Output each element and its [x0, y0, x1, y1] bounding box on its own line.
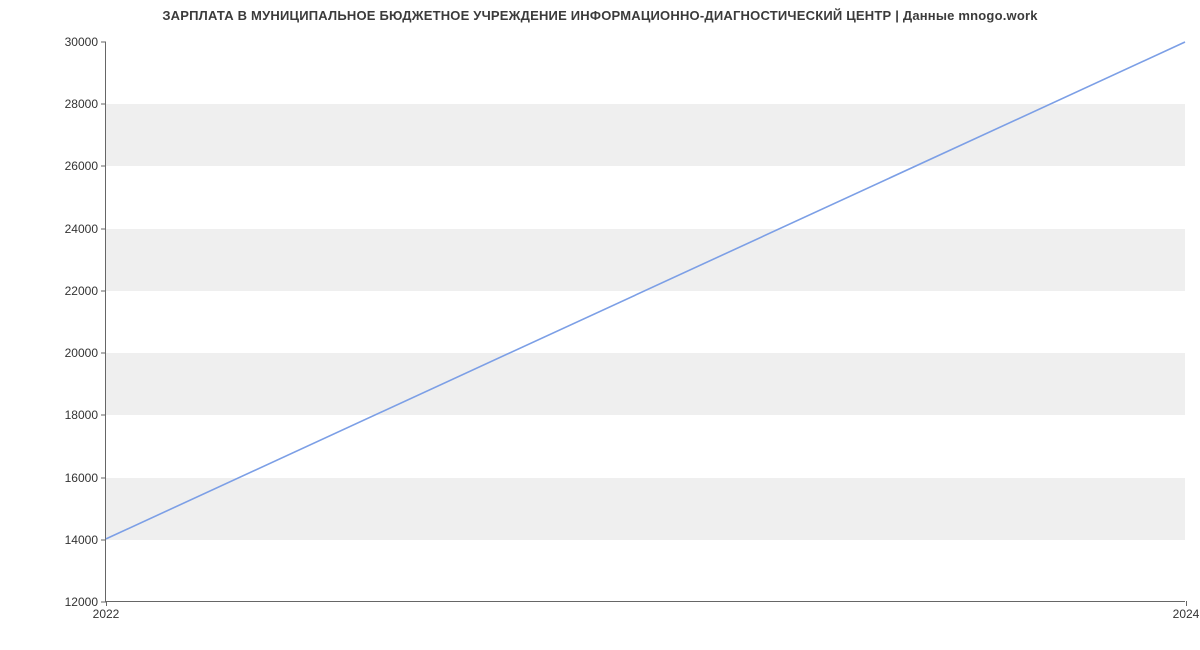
y-tick-label: 14000 — [65, 533, 98, 547]
y-tick-mark — [101, 415, 106, 416]
x-tick-mark — [1186, 601, 1187, 606]
chart-container: ЗАРПЛАТА В МУНИЦИПАЛЬНОЕ БЮДЖЕТНОЕ УЧРЕЖ… — [0, 0, 1200, 650]
y-tick-mark — [101, 477, 106, 478]
chart-title: ЗАРПЛАТА В МУНИЦИПАЛЬНОЕ БЮДЖЕТНОЕ УЧРЕЖ… — [0, 8, 1200, 23]
y-tick-mark — [101, 353, 106, 354]
plot-area: 1200014000160001800020000220002400026000… — [105, 42, 1185, 602]
y-tick-label: 28000 — [65, 97, 98, 111]
y-tick-label: 20000 — [65, 346, 98, 360]
data-line — [106, 42, 1185, 539]
y-tick-mark — [101, 104, 106, 105]
y-tick-label: 24000 — [65, 222, 98, 236]
x-tick-label: 2024 — [1173, 607, 1200, 621]
x-tick-label: 2022 — [93, 607, 120, 621]
y-tick-label: 16000 — [65, 471, 98, 485]
y-tick-label: 18000 — [65, 408, 98, 422]
y-tick-mark — [101, 166, 106, 167]
y-tick-mark — [101, 539, 106, 540]
x-tick-mark — [106, 601, 107, 606]
y-tick-mark — [101, 228, 106, 229]
y-tick-mark — [101, 42, 106, 43]
y-tick-label: 22000 — [65, 284, 98, 298]
line-layer — [106, 42, 1185, 601]
y-tick-label: 26000 — [65, 159, 98, 173]
y-tick-label: 30000 — [65, 35, 98, 49]
y-tick-mark — [101, 290, 106, 291]
